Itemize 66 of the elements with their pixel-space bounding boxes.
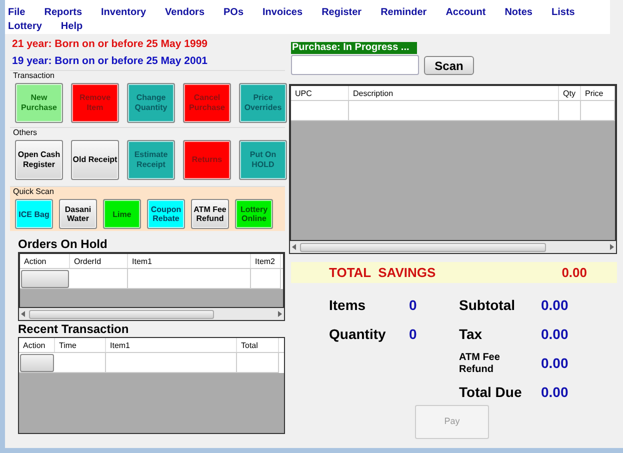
menu-item[interactable]: Reports xyxy=(43,6,84,20)
total-value: 0.00 xyxy=(541,383,568,402)
scroll-right-icon[interactable] xyxy=(278,311,282,317)
action-button[interactable]: New Purchase xyxy=(15,83,63,123)
menu-item[interactable]: Lists xyxy=(550,6,576,20)
column-header[interactable]: Qty xyxy=(559,86,581,100)
total-value: 0.00 xyxy=(541,354,568,373)
menu-item[interactable]: Notes xyxy=(504,6,534,20)
row-action-button[interactable] xyxy=(20,354,54,372)
column-header[interactable]: Item1 xyxy=(106,338,237,352)
menu-item[interactable]: Reminder xyxy=(380,6,428,20)
count-label: Quantity xyxy=(329,325,387,344)
group-label: Quick Scan xyxy=(13,187,55,197)
column-header[interactable]: Item2 xyxy=(251,254,281,268)
column-header[interactable]: Total xyxy=(237,338,279,352)
menu-item[interactable]: Inventory xyxy=(100,6,148,20)
count-value: 0 xyxy=(409,296,417,315)
scan-field[interactable] xyxy=(291,55,419,75)
total-value: 0.00 xyxy=(541,325,568,344)
row-action-button[interactable] xyxy=(21,270,69,288)
menu-item[interactable]: Vendors xyxy=(164,6,206,20)
total-label: ATM Fee Refund xyxy=(459,352,501,376)
age-notice: 21 year: Born on or before 25 May 1999 xyxy=(12,37,208,51)
menu-item[interactable]: File xyxy=(7,6,26,20)
action-button[interactable]: ICE Bag xyxy=(15,199,53,229)
scroll-right-icon[interactable] xyxy=(610,244,614,250)
count-value: 0 xyxy=(409,325,417,344)
column-header[interactable]: UPC xyxy=(291,86,349,100)
scroll-left-icon[interactable] xyxy=(21,311,25,317)
total-label: Subtotal xyxy=(459,296,516,315)
column-header[interactable]: Time xyxy=(55,338,106,352)
section-title: Orders On Hold xyxy=(18,237,108,251)
savings-label: TOTAL SAVINGS xyxy=(329,264,436,282)
column-header[interactable]: Price xyxy=(581,86,615,100)
menu-item[interactable]: Register xyxy=(320,6,363,20)
count-label: Items xyxy=(329,296,367,315)
total-label: Tax xyxy=(459,325,484,344)
purchase-status: Purchase: In Progress ... xyxy=(291,42,417,54)
action-button[interactable]: Lime xyxy=(103,199,141,229)
action-button[interactable]: ATM Fee Refund xyxy=(191,199,229,229)
group-label: Others xyxy=(13,128,38,138)
horizontal-scrollbar[interactable] xyxy=(19,308,284,320)
column-header[interactable]: Action xyxy=(19,338,55,352)
scan-button[interactable]: Scan xyxy=(424,56,474,74)
horizontal-scrollbar[interactable] xyxy=(290,241,616,253)
column-header[interactable]: Item1 xyxy=(128,254,251,268)
column-header[interactable]: Action xyxy=(20,254,70,268)
menu-item[interactable]: Help xyxy=(60,20,84,34)
total-label: Total Due xyxy=(459,383,523,402)
menu-item[interactable]: POs xyxy=(222,6,245,20)
action-button[interactable]: Dasani Water xyxy=(59,199,97,229)
action-button[interactable]: Lottery Online xyxy=(235,199,273,229)
action-button[interactable]: Old Receipt xyxy=(71,140,119,180)
menu-item[interactable]: Account xyxy=(444,6,487,20)
action-button[interactable]: Open Cash Register xyxy=(15,140,63,180)
age-notice: 19 year: Born on or before 25 May 2001 xyxy=(12,54,208,68)
section-title: Recent Transaction xyxy=(18,322,130,336)
group-label: Transaction xyxy=(13,71,56,81)
menu-item[interactable]: Invoices xyxy=(262,6,304,20)
column-header[interactable]: Description xyxy=(349,86,559,100)
scroll-left-icon[interactable] xyxy=(292,244,296,250)
column-header[interactable]: OrderId xyxy=(70,254,128,268)
action-button[interactable]: Coupon Rebate xyxy=(147,199,185,229)
total-value: 0.00 xyxy=(541,296,568,315)
menu-item[interactable]: Lottery xyxy=(7,20,43,34)
savings-value: 0.00 xyxy=(562,264,587,282)
